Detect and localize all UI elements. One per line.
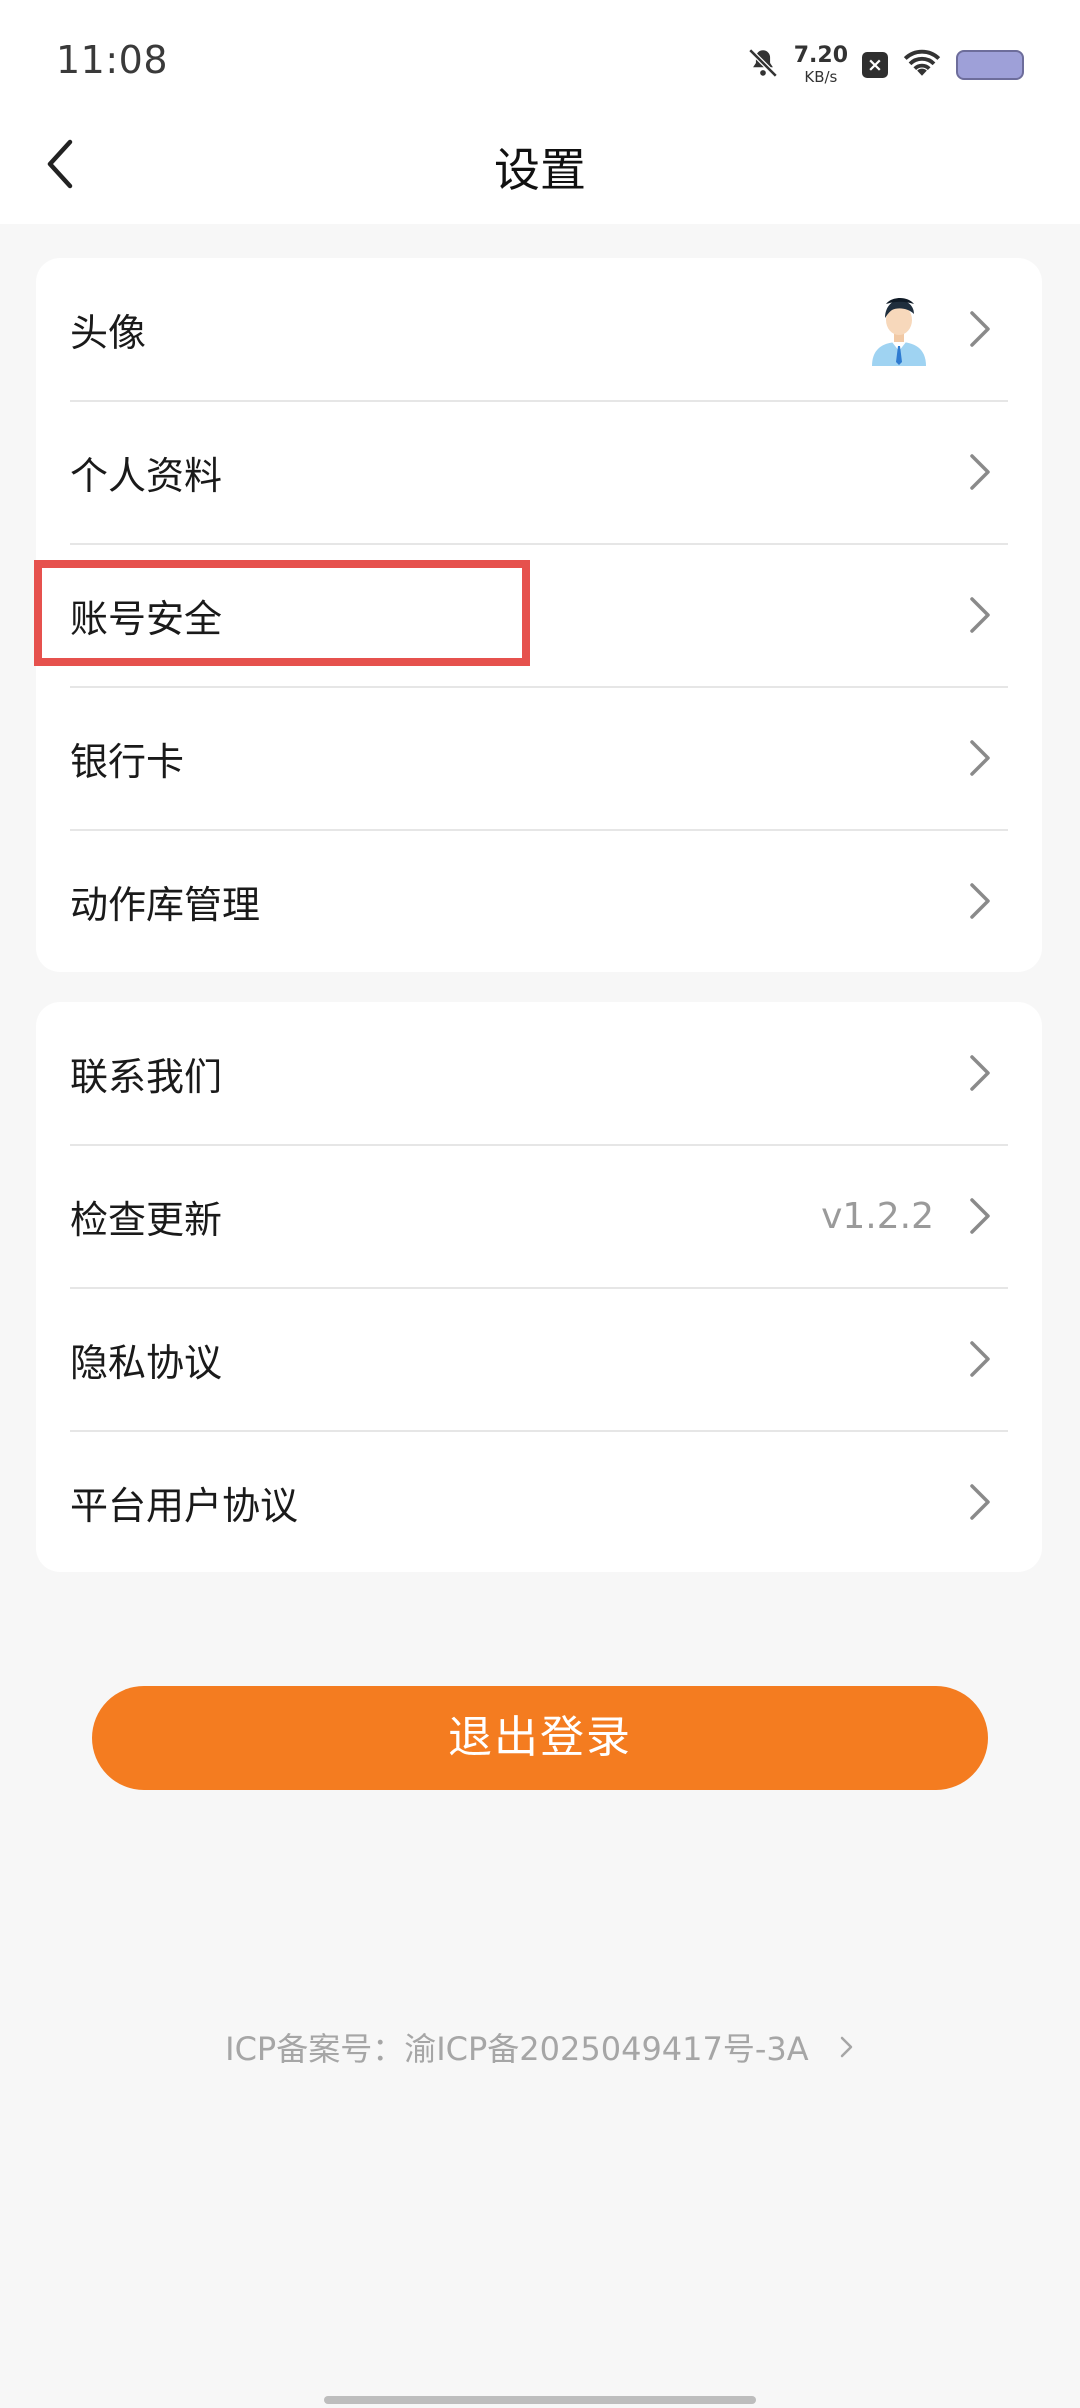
version-value: v1.2.2 (821, 1195, 934, 1237)
battery-icon (956, 50, 1024, 80)
row-label: 联系我们 (70, 1054, 223, 1099)
close-badge-icon: × (862, 52, 888, 78)
chevron-right-icon (970, 1198, 990, 1234)
chevron-right-icon (840, 2036, 853, 2058)
row-label: 动作库管理 (70, 882, 261, 927)
row-label: 隐私协议 (70, 1340, 223, 1385)
chevron-right-icon (970, 1055, 990, 1091)
chevron-right-icon (970, 1341, 990, 1377)
settings-row-user-agreement[interactable]: 平台用户协议 (70, 1431, 1008, 1573)
chevron-right-icon (970, 883, 990, 919)
settings-row-privacy[interactable]: 隐私协议 (70, 1288, 1008, 1430)
net-speed: 7.20 KB/s (793, 43, 848, 86)
avatar (868, 292, 930, 366)
settings-group-about: 联系我们 检查更新 v1.2.2 隐私协议 平台用户协议 (36, 1002, 1042, 1572)
row-label: 平台用户协议 (70, 1483, 299, 1528)
icp-text: ICP备案号：渝ICP备2025049417号-3A (225, 2030, 809, 2068)
chevron-right-icon (970, 311, 990, 347)
highlight-box (34, 560, 530, 666)
status-icons: 7.20 KB/s × (746, 40, 1024, 90)
home-indicator[interactable] (324, 2396, 756, 2404)
row-label: 头像 (70, 310, 147, 355)
settings-screen: 11:08 7.20 KB/s × 设置 头像 个人资料 账号安全 银行卡 动作… (0, 0, 1080, 2408)
settings-row-bank-card[interactable]: 银行卡 (70, 687, 1008, 829)
row-label: 检查更新 (70, 1197, 223, 1242)
settings-row-check-update[interactable]: 检查更新 v1.2.2 (70, 1145, 1008, 1287)
icp-link[interactable]: ICP备案号：渝ICP备2025049417号-3A (0, 2024, 1080, 2070)
top-bar: 11:08 7.20 KB/s × 设置 (0, 0, 1080, 224)
chevron-right-icon (970, 740, 990, 776)
settings-row-contact-us[interactable]: 联系我们 (70, 1002, 1008, 1144)
wifi-icon (902, 47, 942, 83)
chevron-right-icon (970, 597, 990, 633)
settings-row-profile[interactable]: 个人资料 (70, 401, 1008, 543)
row-label: 银行卡 (70, 739, 185, 784)
page-title: 设置 (494, 143, 586, 197)
logout-button[interactable]: 退出登录 (92, 1686, 988, 1790)
row-label: 个人资料 (70, 453, 223, 498)
chevron-right-icon (970, 454, 990, 490)
chevron-right-icon (970, 1484, 990, 1520)
settings-row-action-library[interactable]: 动作库管理 (70, 830, 1008, 972)
status-time: 11:08 (56, 38, 169, 82)
settings-row-avatar[interactable]: 头像 (70, 258, 1008, 400)
bell-muted-icon (746, 46, 780, 84)
